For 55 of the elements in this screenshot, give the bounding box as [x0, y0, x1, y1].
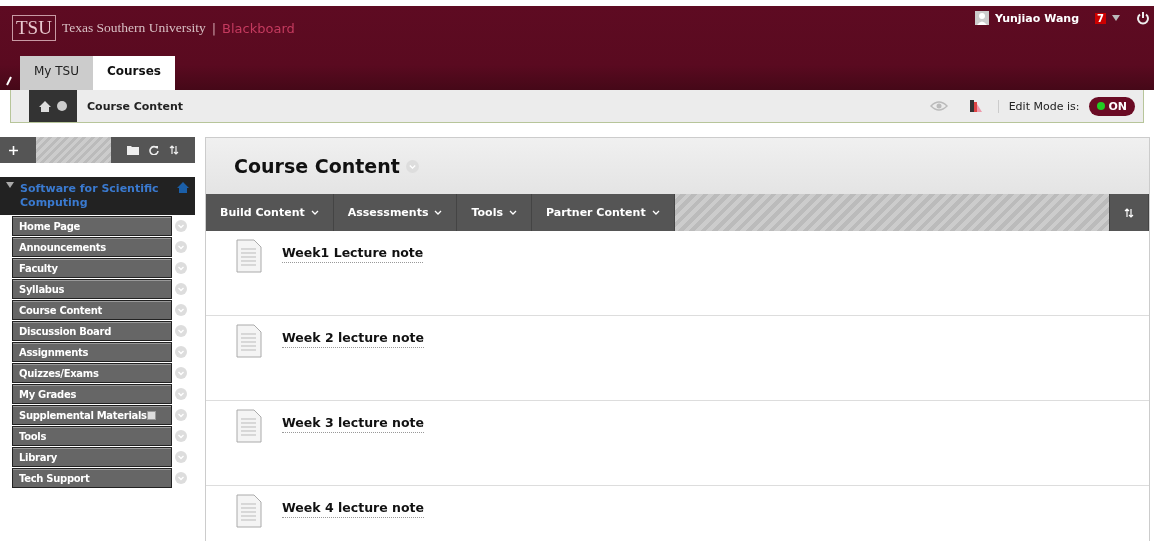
document-icon: [236, 239, 262, 273]
link-icon[interactable]: [5, 76, 13, 86]
document-icon: [236, 409, 262, 443]
nav-tab[interactable]: My TSU: [20, 56, 93, 90]
content-item-title[interactable]: Week1 Lecture note: [282, 245, 424, 263]
chevron-down-icon: [434, 210, 443, 215]
course-menu-item[interactable]: Quizzes/Exams: [12, 363, 172, 383]
content-item-title[interactable]: Week 3 lecture note: [282, 415, 424, 433]
course-menu-item[interactable]: Discussion Board: [12, 321, 172, 341]
course-title[interactable]: Software for Scientific Computing: [20, 182, 171, 210]
edit-mode-toggle[interactable]: ON: [1089, 96, 1135, 116]
institution-name: Texas Southern University: [61, 20, 206, 36]
course-menu-item[interactable]: Syllabus: [12, 279, 172, 299]
color-palette-icon[interactable]: [969, 99, 982, 113]
course-menu-item[interactable]: Announcements: [12, 237, 172, 257]
document-icon: [236, 324, 262, 358]
course-menu-item[interactable]: Supplemental Materials: [12, 405, 172, 425]
product-name: Blackboard: [222, 20, 295, 36]
user-name[interactable]: Yunjiao Wang: [995, 11, 1080, 25]
reorder-button[interactable]: [1109, 194, 1149, 231]
logout-icon[interactable]: [1136, 11, 1150, 25]
reorder-icon: [1124, 207, 1134, 218]
plus-icon: [8, 145, 18, 155]
content-item-title[interactable]: Week 2 lecture note: [282, 330, 424, 348]
logo[interactable]: TSU: [12, 15, 56, 41]
course-menu-item[interactable]: Course Content: [12, 300, 172, 320]
course-menu-item[interactable]: Faculty: [12, 258, 172, 278]
home-icon[interactable]: [39, 100, 51, 112]
folder-icon[interactable]: [127, 145, 139, 155]
search-field[interactable]: [36, 137, 111, 163]
chevron-down-icon: [310, 210, 319, 215]
separator: |: [211, 20, 217, 36]
course-menu-item[interactable]: Assignments: [12, 342, 172, 362]
home-menu[interactable]: [29, 90, 77, 122]
dropdown-icon[interactable]: [57, 101, 67, 111]
course-menu-item[interactable]: My Grades: [12, 384, 172, 404]
course-menu-item[interactable]: Tools: [12, 426, 172, 446]
collapse-icon[interactable]: [6, 182, 14, 188]
chevron-down-icon: [651, 210, 660, 215]
notification-count[interactable]: 7: [1095, 12, 1106, 24]
document-icon: [236, 494, 262, 528]
course-menu-item[interactable]: Home Page: [12, 216, 172, 236]
edit-mode-label: Edit Mode is:: [997, 99, 1080, 113]
reorder-icon[interactable]: [169, 145, 179, 155]
avatar-icon: [975, 11, 989, 25]
refresh-icon[interactable]: [149, 145, 159, 155]
breadcrumb[interactable]: Course Content: [87, 99, 183, 113]
nav-tab[interactable]: Courses: [93, 56, 175, 90]
page-title: Course Content: [234, 155, 400, 177]
dropdown-icon[interactable]: [1112, 15, 1120, 21]
course-menu-item[interactable]: Tech Support: [12, 468, 172, 488]
eye-icon[interactable]: [929, 100, 948, 112]
course-menu-item[interactable]: Library: [12, 447, 172, 467]
chevron-down-icon: [508, 210, 517, 215]
content-item-title[interactable]: Week 4 lecture note: [282, 500, 424, 518]
